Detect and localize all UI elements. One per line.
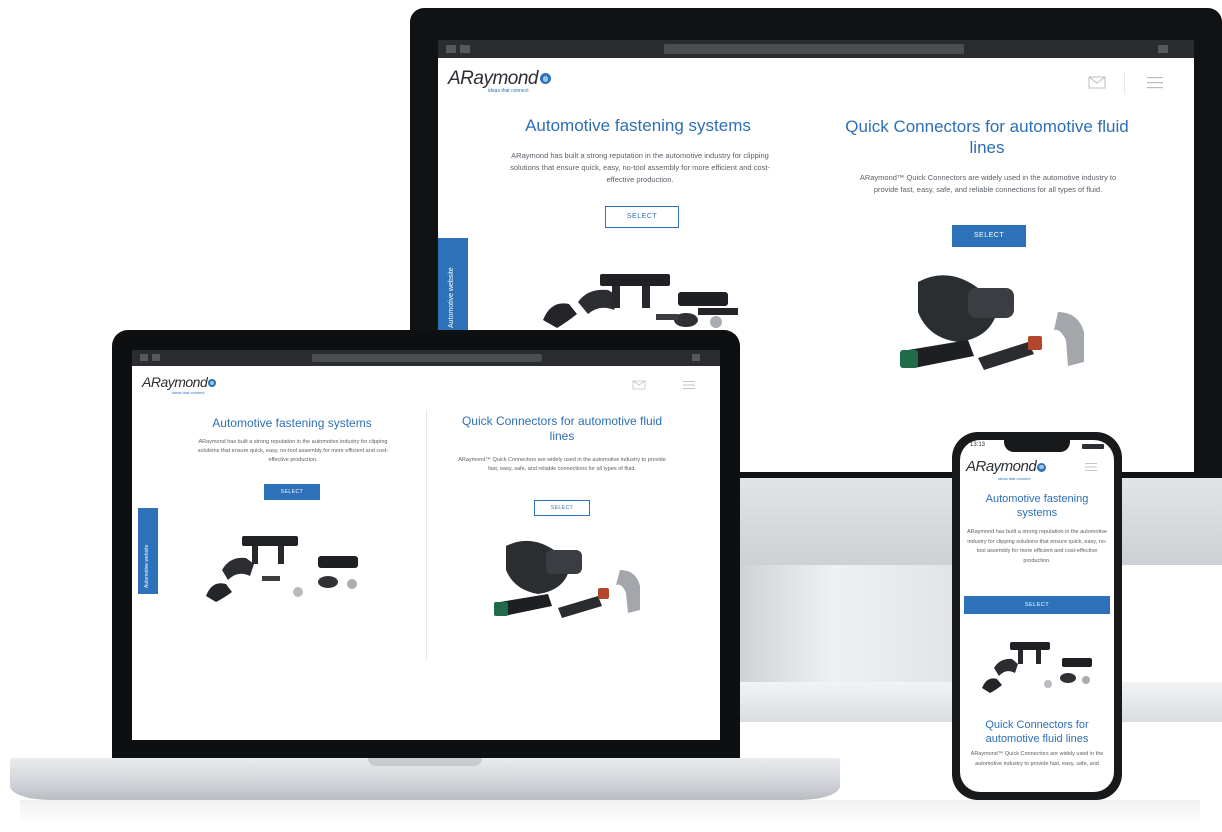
fastening-title: Automotive fastening systems xyxy=(985,493,1089,519)
brand-logo[interactable]: ARaymond xyxy=(142,374,217,390)
brand-tagline: ideas that connect xyxy=(998,476,1031,481)
connectors-description: ARaymond™ Quick Connectors are widely us… xyxy=(970,751,1104,767)
mail-icon[interactable] xyxy=(632,380,646,390)
fastening-products-image xyxy=(206,536,358,602)
tabs-icon[interactable] xyxy=(1158,45,1168,53)
floor-shadow xyxy=(20,800,1200,824)
connectors-description: ARaymond™ Quick Connectors are widely us… xyxy=(859,173,1117,194)
brand-logo[interactable]: ARaymond xyxy=(966,458,1047,475)
fastening-title: Automotive fastening systems xyxy=(212,416,372,430)
automotive-website-tab[interactable]: Automotive website xyxy=(438,238,468,334)
tabs-icon[interactable] xyxy=(692,354,700,361)
status-time: 13:13 xyxy=(970,442,986,448)
connectors-title: Quick Connectors for automotive fluid li… xyxy=(845,117,1129,157)
brand-name: ARaymond xyxy=(448,68,539,89)
brand-name: ARaymond xyxy=(966,458,1037,475)
brand-tagline: ideas that connect xyxy=(488,88,529,94)
hamburger-menu-icon[interactable] xyxy=(682,380,696,390)
back-icon[interactable] xyxy=(140,354,148,361)
fastening-title: Automotive fastening systems xyxy=(525,116,751,135)
logo-mark-icon xyxy=(540,73,551,85)
logo-mark-icon xyxy=(1037,462,1047,472)
automotive-website-label: Automotive website xyxy=(144,544,150,588)
mail-icon[interactable] xyxy=(1088,76,1106,89)
fastening-select-button[interactable]: SELECT xyxy=(264,484,320,500)
laptop-screen: ARaymond ideas that connect Automotive f… xyxy=(132,350,720,740)
hamburger-menu-icon[interactable] xyxy=(1084,462,1098,472)
browser-toolbar xyxy=(132,350,720,366)
laptop-notch xyxy=(368,758,482,766)
brand-tagline: ideas that connect xyxy=(172,390,205,395)
browser-toolbar xyxy=(438,40,1194,58)
connectors-select-button[interactable]: SELECT xyxy=(534,500,590,516)
logo-mark-icon xyxy=(208,379,217,388)
address-bar[interactable] xyxy=(312,354,542,362)
connectors-products-image xyxy=(494,540,640,618)
connectors-products-image xyxy=(900,275,1084,370)
phone-notch xyxy=(1004,440,1070,452)
address-bar[interactable] xyxy=(664,44,964,54)
hamburger-menu-icon[interactable] xyxy=(1146,76,1164,89)
column-divider xyxy=(426,410,427,660)
back-icon[interactable] xyxy=(446,45,456,53)
connectors-select-button[interactable]: SELECT xyxy=(952,225,1026,247)
forward-icon[interactable] xyxy=(460,45,470,53)
fastening-description: ARaymond has built a strong reputation i… xyxy=(510,151,770,184)
fastening-select-button[interactable]: SELECT xyxy=(964,596,1110,614)
automotive-website-label: Automotive website xyxy=(448,267,455,328)
fastening-select-button[interactable]: SELECT xyxy=(605,206,679,228)
monitor-stand xyxy=(738,560,978,685)
fastening-products-image xyxy=(982,642,1092,693)
brand-logo[interactable]: ARaymond xyxy=(448,68,551,90)
connectors-title: Quick Connectors for automotive fluid li… xyxy=(461,414,663,443)
fastening-description: ARaymond has built a strong reputation i… xyxy=(966,529,1108,564)
status-battery-icon xyxy=(1082,444,1104,449)
fastening-description: ARaymond has built a strong reputation i… xyxy=(197,439,389,463)
phone-screen: 13:13 ARaymond ideas that connect Automo… xyxy=(960,440,1114,792)
brand-name: ARaymond xyxy=(142,374,208,390)
connectors-title: Quick Connectors for automotive fluid li… xyxy=(985,719,1089,745)
forward-icon[interactable] xyxy=(152,354,160,361)
connectors-description: ARaymond™ Quick Connectors are widely us… xyxy=(458,457,666,472)
header-divider xyxy=(1124,72,1125,94)
automotive-website-tab[interactable]: Automotive website xyxy=(138,508,158,594)
